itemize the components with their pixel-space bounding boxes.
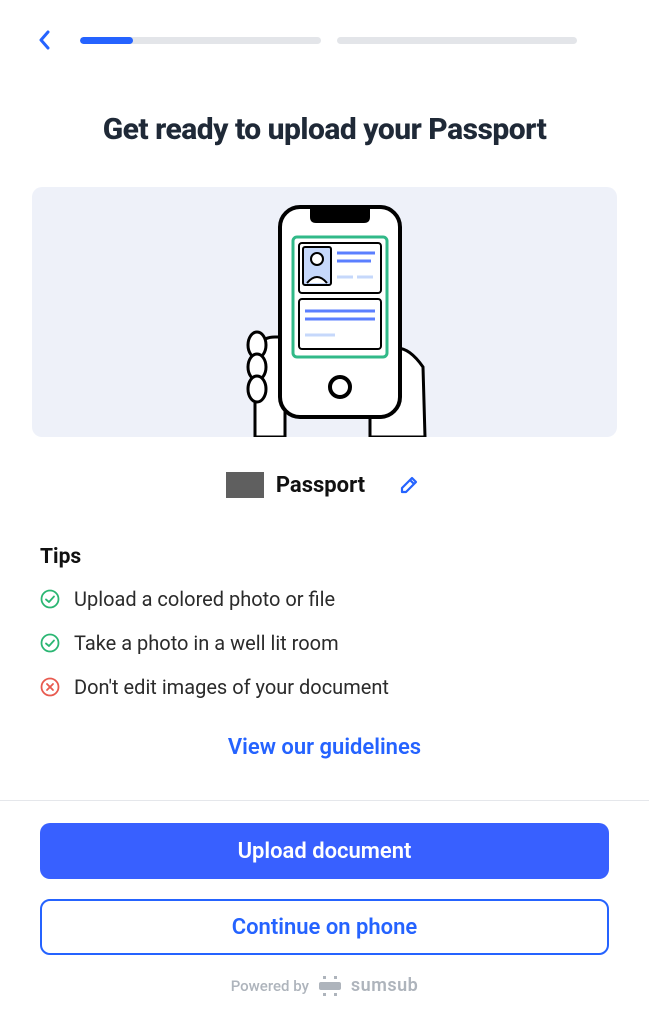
guidelines-link[interactable]: View our guidelines bbox=[40, 735, 609, 760]
pencil-icon bbox=[399, 475, 419, 495]
tip-item: Don't edit images of your document bbox=[40, 675, 609, 699]
page-title: Get ready to upload your Passport bbox=[32, 112, 617, 147]
check-circle-icon bbox=[40, 589, 60, 609]
tip-text: Take a photo in a well lit room bbox=[74, 631, 339, 655]
chevron-left-icon bbox=[37, 30, 51, 50]
x-circle-icon bbox=[40, 677, 60, 697]
powered-by-label: Powered by bbox=[231, 977, 309, 995]
continue-on-phone-button[interactable]: Continue on phone bbox=[40, 899, 609, 955]
country-flag bbox=[226, 472, 264, 498]
progress-segment-2 bbox=[337, 37, 578, 44]
tip-item: Upload a colored photo or file bbox=[40, 587, 609, 611]
illustration bbox=[32, 187, 617, 437]
check-circle-icon bbox=[40, 633, 60, 653]
document-type-label: Passport bbox=[276, 473, 365, 498]
brand-logo-icon bbox=[319, 976, 341, 996]
tip-text: Don't edit images of your document bbox=[74, 675, 389, 699]
tip-item: Take a photo in a well lit room bbox=[40, 631, 609, 655]
back-button[interactable] bbox=[32, 28, 56, 52]
tips-heading: Tips bbox=[40, 545, 609, 569]
edit-document-button[interactable] bbox=[395, 471, 423, 499]
progress-segment-1 bbox=[80, 37, 321, 44]
brand-name: sumsub bbox=[351, 975, 418, 996]
tip-text: Upload a colored photo or file bbox=[74, 587, 335, 611]
upload-document-button[interactable]: Upload document bbox=[40, 823, 609, 879]
footer: Powered by sumsub bbox=[0, 975, 649, 996]
progress-bar bbox=[80, 37, 617, 44]
